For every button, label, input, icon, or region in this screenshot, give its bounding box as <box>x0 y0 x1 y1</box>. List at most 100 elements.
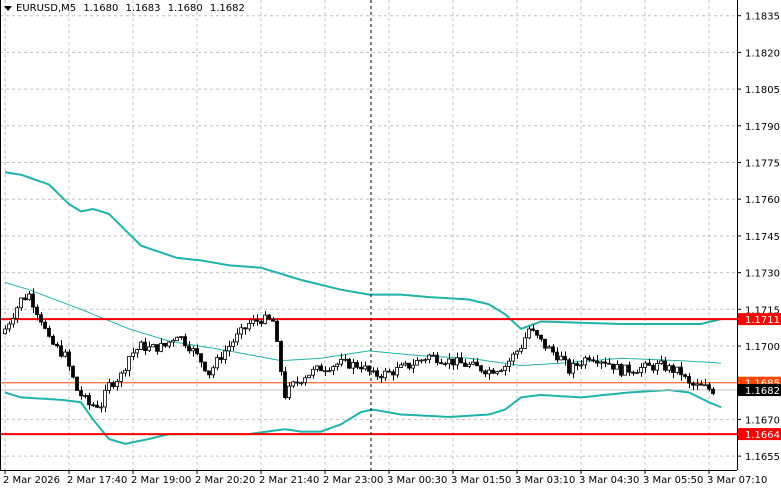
candle-body-bull <box>19 297 23 309</box>
candle-body-bull <box>523 337 527 349</box>
candle <box>403 361 407 367</box>
candle <box>167 341 171 349</box>
level-price-tag: 1.1664 <box>745 430 780 441</box>
candle-body-bull <box>7 323 11 330</box>
candle-body-bull <box>363 365 367 370</box>
candle <box>447 353 451 370</box>
candle <box>11 312 15 328</box>
candle-body-bull <box>327 370 331 373</box>
candle <box>3 325 7 335</box>
candle-body-bull <box>547 346 551 349</box>
candle-body-bear <box>619 364 623 376</box>
price-tick-label: 1.1745 <box>745 232 780 243</box>
candle <box>443 361 447 367</box>
candle-body-bull <box>675 366 679 373</box>
candle-body-bear <box>531 328 535 331</box>
candle-body-bull <box>655 363 659 371</box>
candle-body-bull <box>123 369 127 374</box>
high-value: 1.1683 <box>125 3 161 14</box>
candle-body-bear <box>631 371 635 374</box>
candle <box>155 344 159 355</box>
candle-body-bull <box>139 341 143 350</box>
candle-body-bull <box>659 360 663 364</box>
candle <box>371 367 375 374</box>
candle <box>379 373 383 383</box>
candle <box>679 361 683 381</box>
price-tick-label: 1.1805 <box>745 85 780 96</box>
candle <box>527 326 531 340</box>
candle-body-bull <box>411 364 415 369</box>
candle <box>271 317 275 322</box>
candle <box>411 359 415 374</box>
candle <box>67 349 71 371</box>
candle-body-bear <box>199 353 203 363</box>
candle <box>459 352 463 364</box>
candle <box>675 366 679 375</box>
candle-body-bull <box>599 361 603 364</box>
candle-body-bull <box>227 346 231 352</box>
candle <box>239 323 243 340</box>
candle-body-bull <box>251 319 255 324</box>
candle-body-bear <box>243 327 247 330</box>
candle <box>7 321 11 333</box>
candle-body-bear <box>379 375 383 379</box>
candle-body-bull <box>515 350 519 355</box>
candle <box>335 362 339 371</box>
candle-body-bull <box>239 327 243 335</box>
candle-body-bear <box>647 362 651 366</box>
candle <box>583 355 587 369</box>
candle <box>523 332 527 350</box>
candle-body-bear <box>319 365 323 372</box>
low-value: 1.1680 <box>167 3 203 14</box>
open-value: 1.1680 <box>83 3 119 14</box>
candle-body-bear <box>67 351 71 367</box>
candle <box>207 370 211 379</box>
candle <box>47 325 51 338</box>
candle <box>495 370 499 376</box>
candle-body-bull <box>119 372 123 382</box>
candle <box>631 370 635 376</box>
candle-body-bear <box>271 318 275 322</box>
candle-body-bull <box>99 406 103 409</box>
candle <box>635 369 639 374</box>
candle-body-bull <box>571 363 575 374</box>
candle <box>319 363 323 372</box>
candle-body-bull <box>507 360 511 367</box>
candle <box>535 329 539 338</box>
candle <box>351 358 355 375</box>
candle <box>463 359 467 367</box>
candle <box>79 386 83 400</box>
candle <box>311 366 315 379</box>
candle-body-bull <box>467 363 471 367</box>
price-chart[interactable]: 1.1835 1.1820 1.1805 1.1790 1.1775 1.1760 1.17… <box>0 0 781 489</box>
candle <box>451 358 455 371</box>
candle <box>315 365 319 372</box>
time-tick-label: 3 Mar 01:50 <box>451 475 511 486</box>
candle <box>399 362 403 369</box>
candle-body-bull <box>511 353 515 362</box>
candle <box>71 365 75 379</box>
candle-body-bull <box>131 352 135 357</box>
candle <box>695 378 699 390</box>
candle-body-bear <box>255 319 259 322</box>
candle-body-bear <box>663 360 667 371</box>
chart-window[interactable]: 1.1835 1.1820 1.1805 1.1790 1.1775 1.1760 1.17… <box>0 0 781 489</box>
candle <box>295 376 299 387</box>
candle-body-bull <box>559 355 563 361</box>
candle <box>303 375 307 386</box>
horizontal-levels <box>0 0 737 470</box>
dropdown-triangle-icon[interactable] <box>4 5 12 11</box>
time-tick-label: 2 Mar 19:00 <box>131 475 191 486</box>
candle <box>123 368 127 377</box>
candle <box>163 342 167 348</box>
candle <box>283 367 287 400</box>
candle <box>227 340 231 357</box>
candle-body-bear <box>535 330 539 336</box>
candle-body-bear <box>575 363 579 366</box>
candle-body-bull <box>263 314 267 324</box>
candle <box>595 355 599 367</box>
candle <box>415 357 419 366</box>
candle <box>503 364 507 376</box>
candle-body-bull <box>291 381 295 387</box>
candle <box>307 374 311 379</box>
